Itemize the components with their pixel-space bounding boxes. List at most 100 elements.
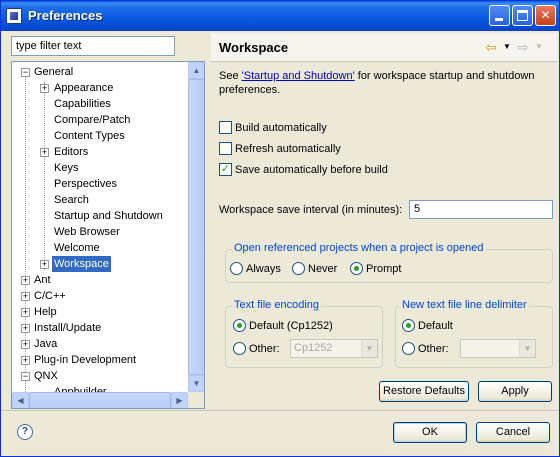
scroll-right-button[interactable]: ▶ xyxy=(171,392,188,408)
tree-item[interactable]: Capabilities xyxy=(12,96,188,112)
tree-item[interactable]: + Workspace xyxy=(12,256,188,272)
tree-item[interactable]: + Appearance xyxy=(12,80,188,96)
minimize-button[interactable] xyxy=(489,5,510,26)
apply-button[interactable]: Apply xyxy=(478,381,552,402)
expand-icon[interactable]: + xyxy=(40,260,49,269)
radio-label: Default xyxy=(418,320,453,332)
tree-item-label: Help xyxy=(34,306,57,318)
checkbox-label: Refresh automatically xyxy=(235,143,341,155)
expand-icon[interactable]: + xyxy=(21,324,30,333)
expand-icon[interactable]: + xyxy=(21,308,30,317)
filter-input[interactable]: type filter text xyxy=(11,36,175,56)
scroll-up-button[interactable]: ▲ xyxy=(188,62,204,79)
chevron-down-icon[interactable]: ▼ xyxy=(519,340,535,357)
checkbox-box[interactable] xyxy=(219,121,232,134)
tree-item[interactable]: Compare/Patch xyxy=(12,112,188,128)
group-title: New text file line delimiter xyxy=(400,299,529,311)
preference-tree[interactable]: − General + Appearance Capabilities Compare/P… xyxy=(11,61,205,409)
pane-sash[interactable] xyxy=(207,31,210,409)
back-arrow-icon[interactable]: ⇦ xyxy=(485,40,497,54)
horizontal-scroll-thumb[interactable] xyxy=(29,392,171,408)
tree-item[interactable]: + Help xyxy=(12,304,188,320)
tree-item[interactable]: + Editors xyxy=(12,144,188,160)
horizontal-scrollbar[interactable]: ◀ ▶ xyxy=(12,392,188,408)
title-bar[interactable]: Preferences ✕ xyxy=(1,1,559,31)
vertical-scroll-thumb[interactable] xyxy=(188,79,204,375)
tree-item[interactable]: Keys xyxy=(12,160,188,176)
tree-item-label: Web Browser xyxy=(54,226,120,238)
tree-item[interactable]: Content Types xyxy=(12,128,188,144)
tree-item-label: Ant xyxy=(34,274,51,286)
group-title: Text file encoding xyxy=(232,299,321,311)
tree-item[interactable]: + Install/Update xyxy=(12,320,188,336)
tree-item[interactable]: + Ant xyxy=(12,272,188,288)
radio-circle[interactable] xyxy=(233,342,246,355)
checkbox-box[interactable] xyxy=(219,142,232,155)
forward-dropdown-icon[interactable]: ▼ xyxy=(535,42,543,51)
tree-item[interactable]: Search xyxy=(12,192,188,208)
radio-circle[interactable] xyxy=(230,262,243,275)
tree-item[interactable]: + Java xyxy=(12,336,188,352)
radio-circle-selected[interactable] xyxy=(402,319,415,332)
delimiter-combo[interactable]: ▼ xyxy=(460,339,536,358)
window-title: Preferences xyxy=(28,8,103,23)
tree-item[interactable]: Perspectives xyxy=(12,176,188,192)
cancel-button[interactable]: Cancel xyxy=(476,422,550,443)
tree-item[interactable]: Startup and Shutdown xyxy=(12,208,188,224)
restore-defaults-button[interactable]: Restore Defaults xyxy=(379,381,469,402)
tree-item[interactable]: − General xyxy=(12,64,188,80)
radio-circle-selected[interactable] xyxy=(350,262,363,275)
expand-icon[interactable]: + xyxy=(21,340,30,349)
tree-item-label: QNX xyxy=(34,370,58,382)
scroll-down-button[interactable]: ▼ xyxy=(188,375,204,392)
expand-icon[interactable]: + xyxy=(21,356,30,365)
footer-divider xyxy=(1,410,559,411)
tree-item[interactable]: Web Browser xyxy=(12,224,188,240)
encoding-combo[interactable]: Cp1252 ▼ xyxy=(290,339,378,358)
chevron-down-icon[interactable]: ▼ xyxy=(361,340,377,357)
radio-label: Other: xyxy=(249,343,280,355)
radio-label: Other: xyxy=(418,343,449,355)
expand-icon[interactable]: + xyxy=(21,276,30,285)
back-dropdown-icon[interactable]: ▼ xyxy=(503,42,511,51)
save-interval-label: Workspace save interval (in minutes): xyxy=(219,204,403,216)
tree-item[interactable]: + Plug-in Development xyxy=(12,352,188,368)
tree-item-label: Install/Update xyxy=(34,322,102,334)
radio-circle-selected[interactable] xyxy=(233,319,246,332)
tree-item-label: General xyxy=(34,66,74,78)
close-button[interactable]: ✕ xyxy=(535,5,556,26)
checkbox-checked[interactable]: ✓ xyxy=(219,163,232,176)
radio-circle[interactable] xyxy=(402,342,415,355)
expand-icon[interactable]: + xyxy=(40,84,49,93)
tree-item[interactable]: Appbuilder xyxy=(12,384,188,392)
collapse-icon[interactable]: − xyxy=(21,372,30,381)
tree-item-label: Workspace xyxy=(52,256,111,272)
save-interval-input[interactable]: 5 xyxy=(409,200,553,219)
tree-item-label: Capabilities xyxy=(54,98,111,110)
vertical-scrollbar[interactable]: ▲ ▼ xyxy=(188,62,204,392)
tree-item-label: Plug-in Development xyxy=(34,354,137,366)
tree-item-label: Java xyxy=(34,338,58,350)
page-description: See 'Startup and Shutdown' for workspace… xyxy=(219,69,549,97)
startup-shutdown-link[interactable]: 'Startup and Shutdown' xyxy=(242,70,355,82)
page-header: Workspace ⇦ ▼ ⇨ ▼ xyxy=(211,33,557,61)
help-icon[interactable]: ? xyxy=(17,424,33,440)
tree-item[interactable]: Welcome xyxy=(12,240,188,256)
expand-icon[interactable]: + xyxy=(21,292,30,301)
app-icon xyxy=(6,8,22,24)
maximize-button[interactable] xyxy=(512,5,533,26)
checkbox-label: Build automatically xyxy=(235,122,327,134)
collapse-icon[interactable]: − xyxy=(21,68,30,77)
tree-item-label: Startup and Shutdown xyxy=(54,210,163,222)
tree-item[interactable]: + C/C++ xyxy=(12,288,188,304)
radio-label: Default (Cp1252) xyxy=(249,320,333,332)
ok-button[interactable]: OK xyxy=(393,422,467,443)
scroll-left-button[interactable]: ◀ xyxy=(12,392,29,408)
tree-item-label: Editors xyxy=(54,146,89,158)
expand-icon[interactable]: + xyxy=(40,148,49,157)
radio-circle[interactable] xyxy=(292,262,305,275)
tree-item[interactable]: − QNX xyxy=(12,368,188,384)
tree-item-label: Welcome xyxy=(54,242,100,254)
forward-arrow-icon[interactable]: ⇨ xyxy=(517,40,529,54)
page-title: Workspace xyxy=(219,40,289,55)
